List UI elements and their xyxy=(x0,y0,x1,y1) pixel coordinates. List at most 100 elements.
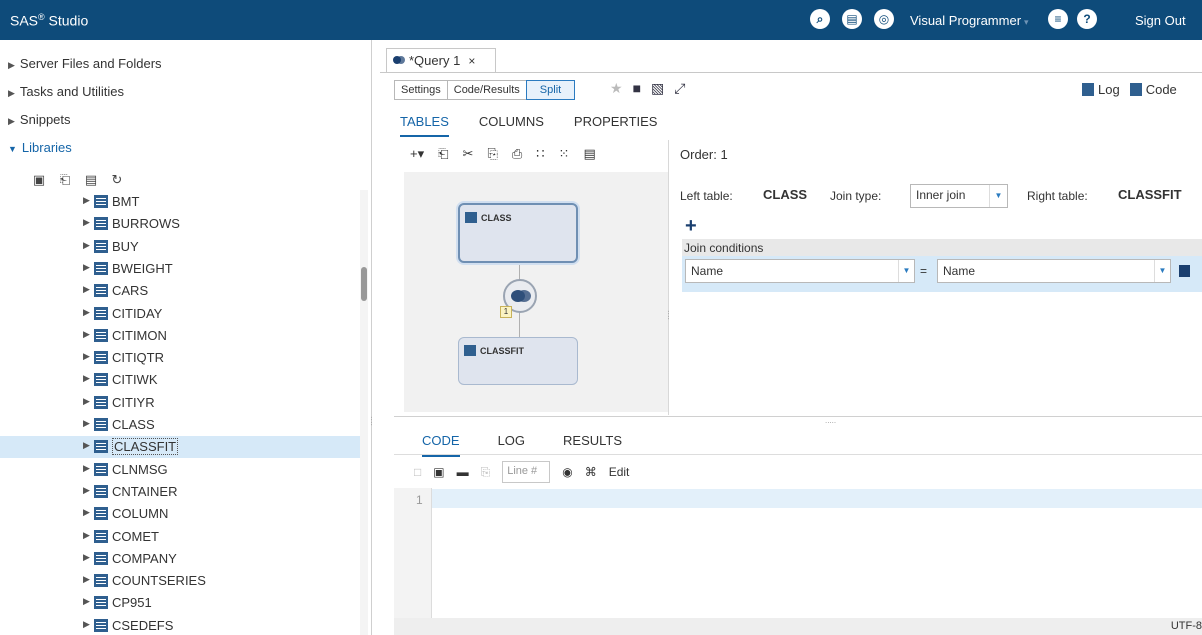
expand-arrow-icon[interactable]: ▶ xyxy=(83,463,90,474)
line-number-input[interactable]: Line # xyxy=(502,461,551,483)
split-mode-button[interactable]: Split xyxy=(525,80,576,100)
perspective-menu[interactable]: Visual Programmer ▾ xyxy=(910,13,1029,28)
library-item[interactable]: ▶ CITIYR xyxy=(0,392,360,414)
nav-server-files[interactable]: ▶ Server Files and Folders xyxy=(8,56,162,78)
expand-arrow-icon[interactable]: ▶ xyxy=(83,619,90,630)
expand-arrow-icon[interactable]: ▶ xyxy=(83,329,90,340)
nav-libraries[interactable]: ▼ Libraries xyxy=(8,140,72,162)
refresh-icon[interactable]: ↻ xyxy=(110,172,124,188)
library-item[interactable]: ▶ CNTAINER xyxy=(0,481,360,503)
expand-arrow-icon[interactable]: ▶ xyxy=(83,195,90,206)
scrollbar-thumb[interactable] xyxy=(361,267,367,301)
settings-mode-button[interactable]: Settings xyxy=(394,80,448,100)
nav-tasks-utilities[interactable]: ▶ Tasks and Utilities xyxy=(8,84,124,106)
new-program-icon[interactable]: □ xyxy=(414,465,421,479)
library-item[interactable]: ▶ CLASS xyxy=(0,414,360,436)
delete-icon[interactable]: ⎗ xyxy=(438,146,448,162)
print-icon[interactable]: ▬ xyxy=(457,465,469,479)
library-item[interactable]: ▶ COMPANY xyxy=(0,548,360,570)
new-library-icon[interactable]: ▣ xyxy=(32,172,46,188)
search-icon[interactable]: ⌕ xyxy=(810,9,830,29)
expand-arrow-icon[interactable]: ▶ xyxy=(83,574,90,585)
save-icon[interactable]: ■ xyxy=(633,80,641,97)
vertical-splitter[interactable]: .... xyxy=(666,310,676,320)
layout-icon[interactable]: ∷ xyxy=(536,146,544,162)
expand-arrow-icon[interactable]: ▶ xyxy=(83,396,90,407)
library-item[interactable]: ▶ CARS xyxy=(0,280,360,302)
code-results-mode-button[interactable]: Code/Results xyxy=(446,80,527,100)
code-editor[interactable]: 1 xyxy=(394,488,1202,618)
expand-arrow-icon[interactable]: ▶ xyxy=(83,240,90,251)
library-item[interactable]: ▶ COUNTSERIES xyxy=(0,570,360,592)
horizontal-splitter[interactable]: ..... xyxy=(825,416,836,425)
library-item[interactable]: ▶ CITIQTR xyxy=(0,347,360,369)
menu-icon[interactable]: ≡ xyxy=(1048,9,1068,29)
copy-icon[interactable]: ⎘ xyxy=(481,465,491,480)
left-column-select[interactable]: Name ▼ xyxy=(685,259,915,283)
edit-menu[interactable]: Edit xyxy=(609,465,630,479)
tab-columns[interactable]: COLUMNS xyxy=(479,114,544,137)
expand-arrow-icon[interactable]: ▶ xyxy=(83,284,90,295)
library-item[interactable]: ▶ COLUMN xyxy=(0,503,360,525)
help-icon[interactable]: ? xyxy=(1077,9,1097,29)
copy-icon[interactable]: ⎘ xyxy=(487,146,497,162)
expand-arrow-icon[interactable]: ▶ xyxy=(83,351,90,362)
add-condition-button[interactable]: + xyxy=(685,215,697,238)
library-item[interactable]: ▶ BUY xyxy=(0,236,360,258)
cut-icon[interactable]: ✂ xyxy=(463,146,474,162)
chevron-down-icon[interactable]: ▼ xyxy=(989,185,1007,207)
operator[interactable]: = xyxy=(920,264,927,278)
join-type-select[interactable]: Inner join ▼ xyxy=(910,184,1008,208)
chevron-down-icon[interactable]: ▼ xyxy=(898,260,914,282)
library-item[interactable]: ▶ COMET xyxy=(0,526,360,548)
globe-icon[interactable]: ◎ xyxy=(874,9,894,29)
active-line[interactable] xyxy=(432,489,1202,508)
library-item[interactable]: ▶ CITIDAY xyxy=(0,303,360,325)
delete-icon[interactable]: ⎗ xyxy=(58,172,72,188)
maximize-icon[interactable]: ⤢ xyxy=(674,80,685,97)
go-icon[interactable]: ◉ xyxy=(562,465,572,479)
sign-out-link[interactable]: Sign Out xyxy=(1135,13,1186,28)
expand-arrow-icon[interactable]: ▶ xyxy=(83,418,90,429)
log-button[interactable]: Log xyxy=(1082,82,1120,97)
expand-arrow-icon[interactable]: ▶ xyxy=(83,485,90,496)
library-item[interactable]: ▶ CP951 xyxy=(0,592,360,614)
tab-query-1[interactable]: *Query 1 × xyxy=(386,48,496,72)
expand-arrow-icon[interactable]: ▶ xyxy=(83,307,90,318)
paste-icon[interactable]: ⎙ xyxy=(512,146,522,162)
library-item[interactable]: ▶ CLNMSG xyxy=(0,459,360,481)
library-item[interactable]: ▶ CITIWK xyxy=(0,369,360,391)
find-icon[interactable]: ⌘ xyxy=(585,465,597,479)
delete-condition-icon[interactable] xyxy=(1179,265,1190,277)
save-as-icon[interactable]: ▧ xyxy=(651,80,664,97)
library-item[interactable]: ▶ CITIMON xyxy=(0,325,360,347)
expand-arrow-icon[interactable]: ▶ xyxy=(83,262,90,273)
library-item[interactable]: ▶ BURROWS xyxy=(0,213,360,235)
table-properties-icon[interactable]: ▤ xyxy=(583,146,595,162)
library-item[interactable]: ▶ BMT xyxy=(0,191,360,213)
table-node-left[interactable]: CLASS xyxy=(458,203,578,263)
chevron-down-icon[interactable]: ▼ xyxy=(1154,260,1170,282)
add-table-icon[interactable]: +▾ xyxy=(410,146,424,162)
expand-arrow-icon[interactable]: ▶ xyxy=(83,373,90,384)
expand-arrow-icon[interactable]: ▶ xyxy=(83,552,90,563)
tab-tables[interactable]: TABLES xyxy=(400,114,449,137)
code-button[interactable]: Code xyxy=(1129,82,1177,97)
arrange-icon[interactable]: ⁙ xyxy=(559,146,570,162)
library-item[interactable]: ▶ CLASSFIT xyxy=(0,436,360,459)
expand-arrow-icon[interactable]: ▶ xyxy=(83,530,90,541)
library-item[interactable]: ▶ BWEIGHT xyxy=(0,258,360,280)
pane-splitter[interactable]: .... xyxy=(369,416,379,426)
expand-arrow-icon[interactable]: ▶ xyxy=(83,440,90,451)
nav-snippets[interactable]: ▶ Snippets xyxy=(8,112,71,134)
run-icon[interactable]: ★ xyxy=(610,80,623,97)
close-icon[interactable]: × xyxy=(468,54,475,68)
library-scrollbar[interactable] xyxy=(360,190,368,635)
expand-arrow-icon[interactable]: ▶ xyxy=(83,507,90,518)
table-node-right[interactable]: CLASSFIT xyxy=(458,337,578,385)
properties-icon[interactable]: ▤ xyxy=(84,172,98,188)
folder-icon[interactable]: ▤ xyxy=(842,9,862,29)
expand-arrow-icon[interactable]: ▶ xyxy=(83,596,90,607)
save-program-icon[interactable]: ▣ xyxy=(433,465,444,479)
right-column-select[interactable]: Name ▼ xyxy=(937,259,1171,283)
